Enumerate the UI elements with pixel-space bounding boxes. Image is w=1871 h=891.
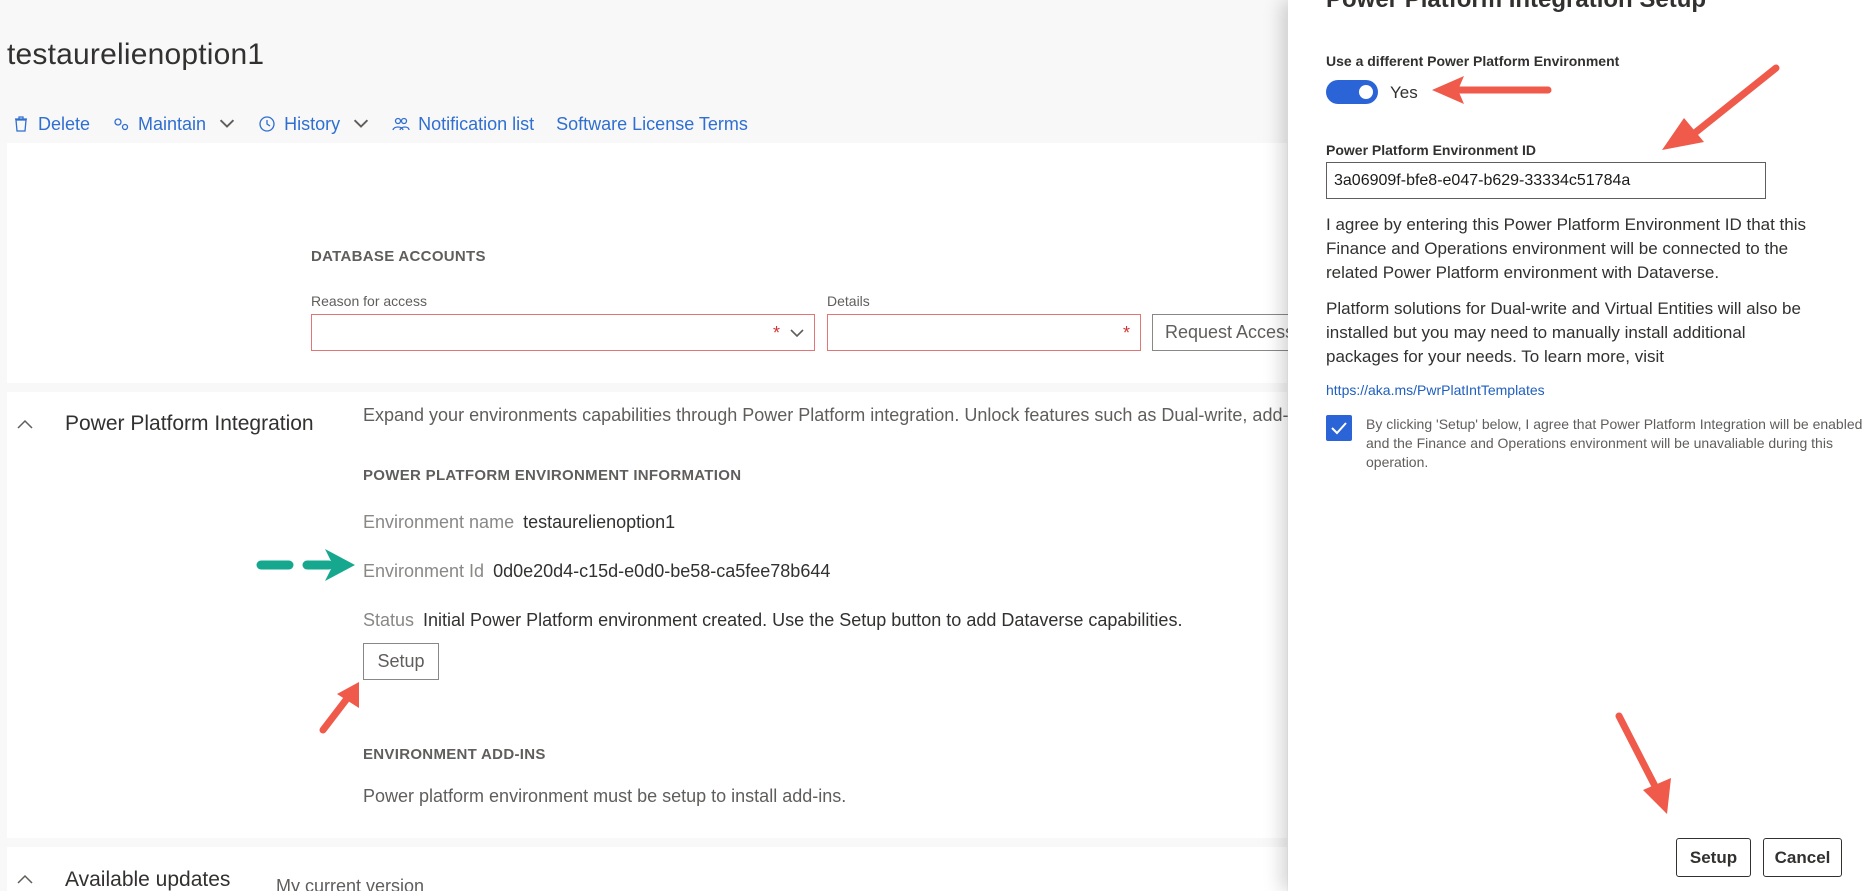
details-input[interactable]: * bbox=[827, 314, 1141, 351]
toggle-value: Yes bbox=[1390, 83, 1418, 102]
status-value: Initial Power Platform environment creat… bbox=[423, 610, 1183, 630]
people-icon bbox=[392, 117, 410, 131]
chevron-down-icon bbox=[790, 329, 804, 338]
software-license-terms-label: Software License Terms bbox=[556, 113, 748, 134]
clock-icon bbox=[259, 116, 275, 132]
status-row: Status Initial Power Platform environment… bbox=[363, 610, 1182, 631]
reason-label: Reason for access bbox=[311, 293, 427, 309]
templates-link[interactable]: https://aka.ms/PwrPlatIntTemplates bbox=[1326, 382, 1545, 398]
agree-checkbox-text: By clicking 'Setup' below, I agree that … bbox=[1366, 416, 1863, 470]
env-name-row: Environment name testaurelienoption1 bbox=[363, 512, 675, 533]
required-marker: * bbox=[772, 323, 780, 343]
database-accounts-title: DATABASE ACCOUNTS bbox=[311, 248, 486, 265]
available-updates-title: Available updates bbox=[65, 868, 231, 891]
chevron-up-icon[interactable] bbox=[14, 413, 36, 435]
env-id-value: 0d0e20d4-c15d-e0d0-be58-ca5fee78b644 bbox=[493, 561, 831, 581]
history-menu[interactable]: History bbox=[258, 114, 370, 135]
toggle-knob bbox=[1359, 85, 1373, 99]
environment-addins-text: Power platform environment must be setup… bbox=[363, 786, 847, 806]
agreement-text: I agree by entering this Power Platform … bbox=[1326, 215, 1807, 282]
red-arrow-annotation bbox=[1432, 76, 1552, 104]
chevron-down-icon bbox=[353, 119, 369, 128]
status-label: Status bbox=[363, 610, 415, 630]
env-id-label: Environment Id bbox=[363, 561, 485, 581]
panel-cancel-button[interactable]: Cancel bbox=[1763, 838, 1842, 877]
different-environment-toggle[interactable] bbox=[1326, 80, 1378, 104]
maintain-menu[interactable]: Maintain bbox=[112, 114, 236, 135]
solutions-text: Platform solutions for Dual-write and Vi… bbox=[1326, 299, 1801, 366]
env-id-input[interactable] bbox=[1326, 162, 1766, 199]
history-label: History bbox=[284, 113, 341, 134]
maintain-label: Maintain bbox=[138, 113, 207, 134]
panel-setup-button[interactable]: Setup bbox=[1676, 838, 1751, 877]
trash-icon bbox=[15, 116, 27, 132]
agree-checkbox[interactable] bbox=[1326, 415, 1352, 441]
reason-select[interactable]: * bbox=[311, 314, 815, 351]
setup-button[interactable]: Setup bbox=[363, 643, 439, 680]
notification-list-label: Notification list bbox=[418, 113, 535, 134]
current-version-label: My current version bbox=[276, 876, 425, 891]
gears-icon bbox=[114, 118, 129, 131]
details-label: Details bbox=[827, 293, 870, 309]
env-id-input-label: Power Platform Environment ID bbox=[1326, 142, 1537, 158]
chevron-down-icon bbox=[219, 119, 235, 128]
env-id-row: Environment Id 0d0e20d4-c15d-e0d0-be58-ca… bbox=[363, 561, 830, 582]
toggle-label: Use a different Power Platform Environme… bbox=[1326, 53, 1620, 69]
page-title: testaurelienoption1 bbox=[7, 38, 265, 71]
notification-list-button[interactable]: Notification list bbox=[392, 114, 534, 135]
delete-button[interactable]: Delete bbox=[12, 114, 90, 135]
red-arrow-annotation bbox=[1615, 712, 1671, 814]
red-arrow-annotation bbox=[1662, 64, 1780, 150]
software-license-terms-link[interactable]: Software License Terms bbox=[556, 114, 748, 135]
chevron-up-icon[interactable] bbox=[14, 868, 36, 890]
checkmark-icon bbox=[1331, 422, 1347, 435]
power-platform-integration-description: Expand your environments capabilities th… bbox=[363, 405, 1312, 425]
setup-panel: Power Platform Integration Setup Use a d… bbox=[1288, 0, 1871, 891]
panel-title: Power Platform Integration Setup bbox=[1326, 0, 1706, 14]
power-platform-integration-title: Power Platform Integration bbox=[65, 412, 314, 435]
request-access-button[interactable]: Request Access bbox=[1152, 314, 1292, 351]
env-name-label: Environment name bbox=[363, 512, 515, 532]
environment-addins-heading: ENVIRONMENT ADD-INS bbox=[363, 746, 546, 763]
env-name-value: testaurelienoption1 bbox=[523, 512, 676, 532]
action-bar: Delete Maintain History Notification lis… bbox=[12, 112, 770, 136]
env-info-heading: POWER PLATFORM ENVIRONMENT INFORMATION bbox=[363, 467, 742, 484]
required-marker: * bbox=[1122, 323, 1130, 343]
delete-label: Delete bbox=[38, 113, 91, 134]
